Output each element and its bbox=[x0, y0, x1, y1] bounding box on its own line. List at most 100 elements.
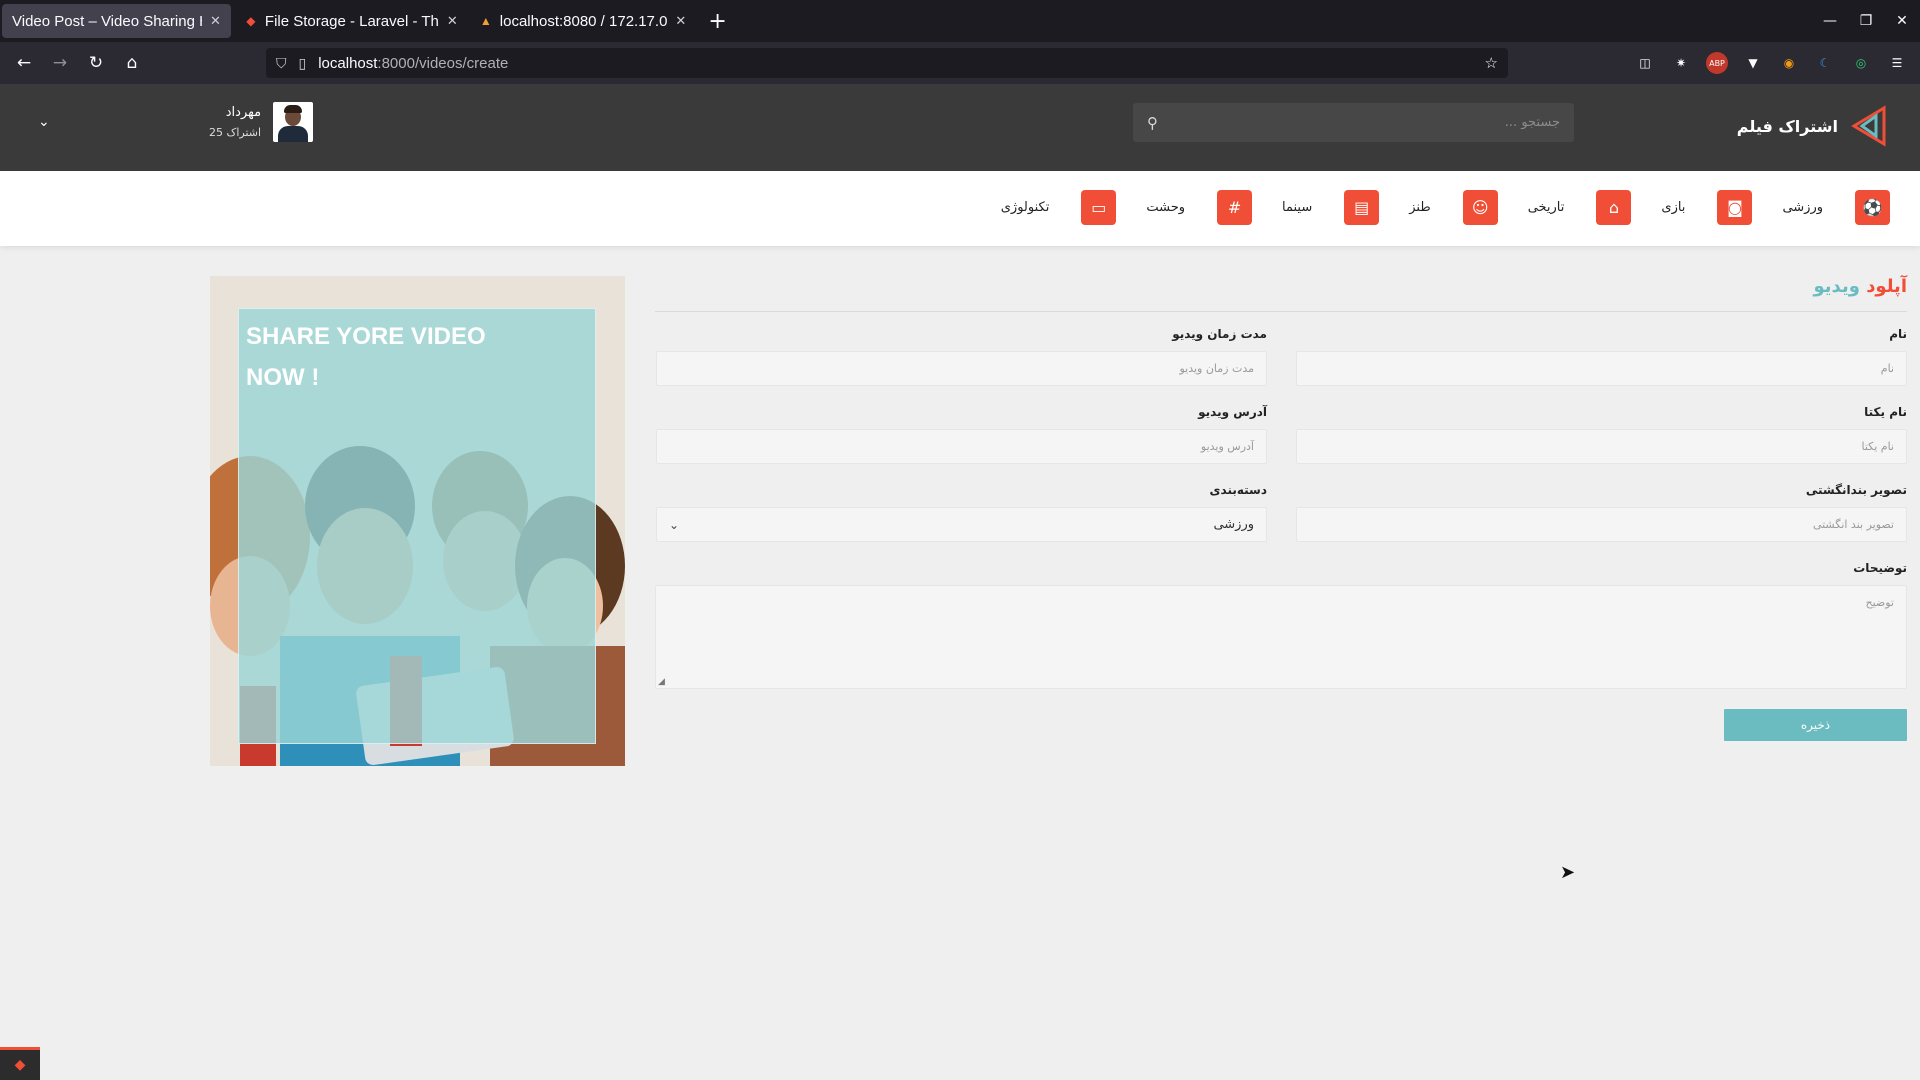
category-sports[interactable]: ⚽ ورزشی bbox=[1782, 190, 1890, 225]
slug-field-group: نام یکتا نام یکتا bbox=[1296, 405, 1907, 464]
page-title: آپلود ویدیو bbox=[655, 276, 1907, 312]
reload-icon[interactable]: ↻ bbox=[78, 53, 114, 73]
restore-icon[interactable]: ❐ bbox=[1848, 13, 1884, 29]
extensions-toolbar: ◫ ✷ ABP ▼ ◉ ☾ ◎ ☰ bbox=[1634, 42, 1908, 84]
description-placeholder: توضیح bbox=[1865, 596, 1894, 609]
site-header: اشتراک فیلم جستجو ... ⚲ مهرداد 25 اشتراک… bbox=[0, 84, 1920, 171]
user-name: مهرداد bbox=[225, 105, 262, 120]
browser-tab-video-post[interactable]: Video Post – Video Sharing H ✕ bbox=[2, 4, 231, 38]
category-field-group: دسته‌بندی ورزشی ⌄ bbox=[656, 483, 1267, 542]
browser-nav-bar: ← → ↻ ⌂ ⛉ ▯ localhost:8000/videos/create… bbox=[0, 42, 1920, 84]
phpmyadmin-favicon-icon: ▲ bbox=[479, 14, 492, 28]
category-label: طنز bbox=[1409, 200, 1431, 215]
user-subscriptions: 25 اشتراک bbox=[209, 126, 262, 139]
browser-tab-bar: Video Post – Video Sharing H ✕ ◆ File St… bbox=[0, 0, 1920, 42]
video-url-label: آدرس ویدیو bbox=[1198, 405, 1267, 419]
back-icon[interactable]: ← bbox=[6, 53, 42, 73]
form-grid: نام نام مدت زمان ویدیو مدت زمان ویدیو نا… bbox=[655, 327, 1907, 561]
close-tab-icon[interactable]: ✕ bbox=[447, 13, 458, 29]
minimize-icon[interactable]: — bbox=[1812, 13, 1848, 29]
pocket-icon[interactable]: ◫ bbox=[1634, 52, 1656, 74]
film-icon: ▤ bbox=[1344, 190, 1380, 225]
play-logo-icon bbox=[1851, 105, 1886, 147]
category-history[interactable]: ⌂ تاریخی bbox=[1528, 190, 1632, 225]
promo-line-2: NOW ! bbox=[246, 364, 320, 391]
category-cinema[interactable]: ▤ سینما bbox=[1282, 190, 1380, 225]
laravel-favicon-icon: ◆ bbox=[246, 14, 256, 28]
category-select[interactable]: ورزشی ⌄ bbox=[656, 507, 1267, 542]
laravel-debugbar-icon[interactable]: ◆ bbox=[0, 1047, 40, 1080]
search-icon[interactable]: ⚲ bbox=[1147, 114, 1158, 132]
promo-image: SHARE YORE VIDEO NOW ! bbox=[210, 276, 625, 766]
brand-logo[interactable]: اشتراک فیلم bbox=[1737, 104, 1890, 148]
category-label: ورزشی bbox=[1782, 200, 1823, 215]
shield-icon[interactable]: ⛉ bbox=[276, 55, 287, 72]
home-icon[interactable]: ⌂ bbox=[114, 53, 150, 73]
url-bar[interactable]: ⛉ ▯ localhost:8000/videos/create ☆ bbox=[266, 48, 1508, 78]
chevron-down-icon[interactable]: ⌄ bbox=[38, 114, 50, 130]
soccer-ball-icon: ⚽ bbox=[1855, 190, 1890, 225]
category-bar: ⚽ ورزشی ◙ بازی ⌂ تاریخی ☺ طنز ▤ سینما # … bbox=[0, 171, 1920, 246]
close-tab-icon[interactable]: ✕ bbox=[210, 13, 221, 29]
avatar[interactable] bbox=[273, 102, 314, 142]
resize-grip-icon[interactable]: ◢ bbox=[658, 677, 665, 687]
search-box[interactable]: جستجو ... ⚲ bbox=[1133, 103, 1574, 142]
chevron-down-icon: ⌄ bbox=[669, 517, 680, 532]
slug-label: نام یکتا bbox=[1864, 405, 1907, 419]
extension-icon[interactable]: ☾ bbox=[1814, 52, 1836, 74]
promo-heading: SHARE YORE VIDEO NOW ! bbox=[246, 316, 486, 398]
tab-title: File Storage - Laravel - Th bbox=[264, 12, 439, 30]
category-label: سینما bbox=[1282, 200, 1313, 215]
new-tab-icon[interactable]: + bbox=[696, 9, 738, 34]
extension-icon[interactable]: ◎ bbox=[1850, 52, 1872, 74]
category-technology[interactable]: ▭ تکنولوژی bbox=[1001, 190, 1117, 225]
thumbnail-input[interactable]: تصویر بند انگشتی bbox=[1296, 507, 1907, 542]
upload-video-form: آپلود ویدیو نام نام مدت زمان ویدیو مدت ز… bbox=[655, 276, 1907, 741]
close-tab-icon[interactable]: ✕ bbox=[675, 13, 686, 29]
save-button[interactable]: ذخیره bbox=[1724, 709, 1907, 741]
title-part-1: آپلود bbox=[1866, 276, 1907, 297]
name-label: نام bbox=[1889, 327, 1907, 341]
promo-line-1: SHARE YORE VIDEO bbox=[246, 323, 486, 350]
laptop-icon: ▭ bbox=[1081, 190, 1117, 225]
duration-input[interactable]: مدت زمان ویدیو bbox=[656, 351, 1267, 386]
category-games[interactable]: ◙ بازی bbox=[1661, 190, 1753, 225]
smile-icon: ☺ bbox=[1462, 190, 1498, 225]
window-controls: — ❐ ✕ bbox=[1812, 0, 1920, 42]
close-window-icon[interactable]: ✕ bbox=[1884, 13, 1920, 29]
category-label: دسته‌بندی bbox=[1209, 483, 1267, 497]
thumbnail-label: تصویر بندانگشتی bbox=[1805, 483, 1907, 497]
title-part-2: ویدیو bbox=[1813, 276, 1860, 297]
bank-icon: ⌂ bbox=[1596, 190, 1632, 225]
bookmark-star-icon[interactable]: ☆ bbox=[1485, 54, 1498, 72]
tab-title: Video Post – Video Sharing H bbox=[12, 12, 202, 30]
menu-icon[interactable]: ☰ bbox=[1886, 52, 1908, 74]
extension-icon[interactable]: ◉ bbox=[1778, 52, 1800, 74]
video-url-input[interactable]: آدرس ویدیو bbox=[656, 429, 1267, 464]
slug-input[interactable]: نام یکتا bbox=[1296, 429, 1907, 464]
url-host: localhost bbox=[318, 54, 378, 72]
category-horror[interactable]: # وحشت bbox=[1146, 190, 1253, 225]
adblock-icon[interactable]: ABP bbox=[1706, 52, 1728, 74]
url-field-group: آدرس ویدیو آدرس ویدیو bbox=[656, 405, 1267, 464]
browser-tab-file-storage[interactable]: ◆ File Storage - Laravel - Th ✕ bbox=[233, 0, 468, 42]
name-field-group: نام نام bbox=[1296, 327, 1907, 386]
gamepad-icon: ◙ bbox=[1717, 190, 1753, 225]
category-label: وحشت bbox=[1146, 200, 1186, 215]
url-path: :8000/videos/create bbox=[377, 54, 509, 72]
description-field-group: توضیحات توضیح ◢ bbox=[655, 561, 1907, 689]
category-list: ⚽ ورزشی ◙ بازی ⌂ تاریخی ☺ طنز ▤ سینما # … bbox=[971, 190, 1890, 225]
user-meta: مهرداد 25 اشتراک bbox=[209, 105, 261, 139]
user-profile[interactable]: مهرداد 25 اشتراک bbox=[209, 102, 314, 142]
vue-devtools-icon[interactable]: ▼ bbox=[1742, 52, 1764, 74]
description-textarea[interactable]: توضیح ◢ bbox=[655, 585, 1907, 689]
category-comedy[interactable]: ☺ طنز bbox=[1409, 190, 1498, 225]
name-input[interactable]: نام bbox=[1296, 351, 1907, 386]
category-selected-value: ورزشی bbox=[1213, 517, 1254, 532]
forward-icon[interactable]: → bbox=[42, 53, 78, 73]
extension-icon[interactable]: ✷ bbox=[1670, 52, 1692, 74]
page-icon: ▯ bbox=[298, 54, 307, 71]
browser-tab-phpmyadmin[interactable]: ▲ localhost:8080 / 172.17.0 ✕ bbox=[468, 0, 697, 42]
search-input[interactable]: جستجو ... bbox=[1158, 115, 1560, 130]
duration-label: مدت زمان ویدیو bbox=[1172, 327, 1267, 341]
